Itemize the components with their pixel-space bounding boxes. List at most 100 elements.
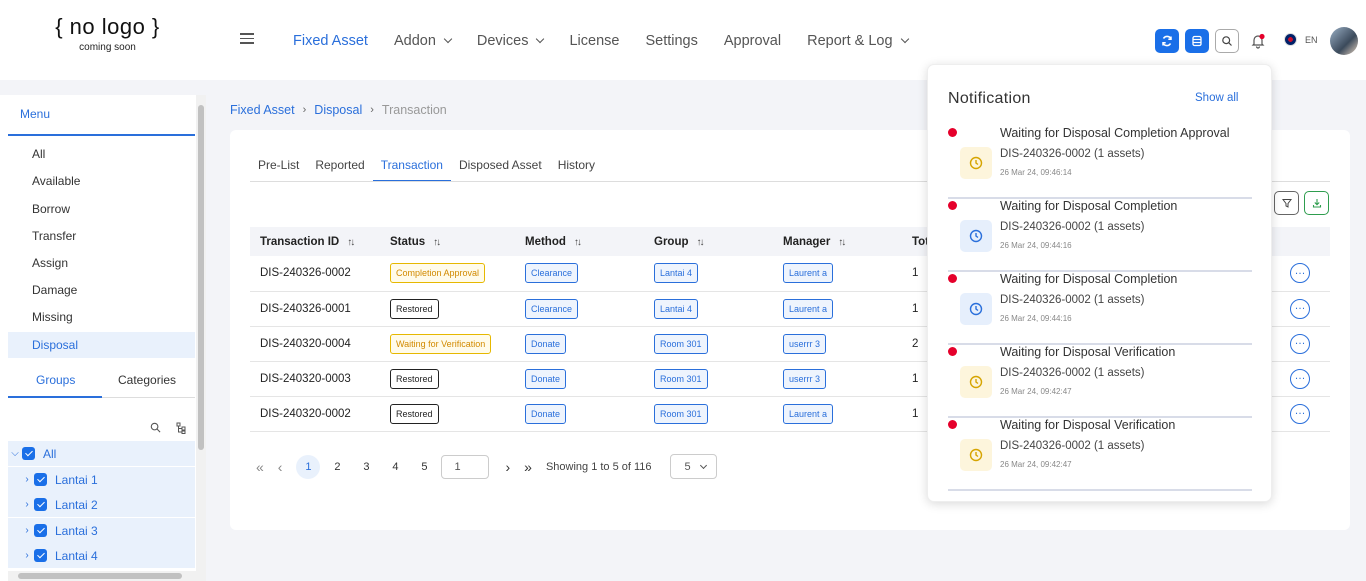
sidebar-item-missing[interactable]: Missing: [8, 304, 195, 330]
page-5[interactable]: 5: [412, 455, 436, 479]
checkbox[interactable]: [34, 498, 47, 511]
tab-history[interactable]: History: [550, 157, 603, 182]
tree-row-lantai-2[interactable]: › Lantai 2: [8, 492, 195, 517]
sync-button[interactable]: [1155, 29, 1179, 53]
sidebar-item-transfer[interactable]: Transfer: [8, 223, 195, 249]
checkbox[interactable]: [34, 524, 47, 537]
unread-dot: [948, 420, 957, 429]
more-options-icon[interactable]: …: [1290, 403, 1310, 424]
tree-row-all[interactable]: ⌵ All: [8, 441, 195, 466]
checkbox[interactable]: [22, 447, 35, 460]
notification-item[interactable]: Waiting for Disposal Verification DIS-24…: [948, 345, 1252, 418]
more-options-icon[interactable]: …: [1290, 298, 1310, 319]
sort-icon[interactable]: ↑↓: [347, 237, 355, 248]
filter-button[interactable]: [1274, 191, 1299, 215]
hamburger-menu-icon[interactable]: [240, 33, 254, 45]
total-value: 1: [912, 407, 919, 420]
tab-transaction[interactable]: Transaction: [372, 157, 451, 182]
cell-status: Completion Approval: [380, 256, 515, 292]
tab-pre-list[interactable]: Pre-List: [250, 157, 307, 182]
sidebar-item-all[interactable]: All: [8, 141, 195, 167]
search-button[interactable]: [1215, 29, 1239, 53]
sort-icon[interactable]: ↑↓: [838, 237, 846, 248]
sidebar-item-disposal[interactable]: Disposal: [8, 332, 195, 358]
breadcrumb-fixed-asset[interactable]: Fixed Asset: [230, 103, 295, 117]
page-4[interactable]: 4: [383, 455, 407, 479]
total-value: 1: [912, 302, 919, 315]
nav-devices[interactable]: Devices: [476, 30, 545, 52]
logo[interactable]: { no logo } coming soon: [40, 14, 175, 53]
column-header[interactable]: Status ↑↓: [380, 227, 515, 256]
checkbox[interactable]: [34, 473, 47, 486]
page-size-select[interactable]: 5: [669, 454, 717, 479]
tab-reported[interactable]: Reported: [307, 157, 372, 182]
tree-row-lantai-1[interactable]: › Lantai 1: [8, 467, 195, 492]
nav-label: Devices: [476, 33, 529, 49]
column-header[interactable]: Group ↑↓: [644, 227, 773, 256]
manager-badge: Laurent a: [783, 403, 834, 424]
page-1[interactable]: 1: [296, 454, 321, 479]
notification-item[interactable]: Waiting for Disposal Completion DIS-2403…: [948, 272, 1252, 345]
column-header[interactable]: Method ↑↓: [515, 227, 644, 256]
sort-icon[interactable]: ↑↓: [574, 237, 582, 248]
sidebar-item-damage[interactable]: Damage: [8, 277, 195, 303]
tree-row-lantai-4[interactable]: › Lantai 4: [8, 543, 195, 568]
chevron-right-icon[interactable]: ›: [20, 499, 34, 510]
sidebar-item-borrow[interactable]: Borrow: [8, 196, 195, 222]
language-selector[interactable]: EN: [1284, 33, 1318, 46]
notification-button[interactable]: [1246, 29, 1270, 53]
nav-approval[interactable]: Approval: [724, 30, 781, 52]
sidebar-vertical-scrollbar[interactable]: [196, 95, 206, 581]
sort-icon[interactable]: ↑↓: [433, 237, 441, 248]
goto-page-input[interactable]: [441, 454, 490, 479]
list-view-button[interactable]: [1185, 29, 1209, 53]
sort-icon[interactable]: ↑↓: [697, 237, 705, 248]
cell-manager: Laurent a: [773, 396, 902, 432]
tree-expand-button[interactable]: [176, 422, 187, 437]
scrollbar-thumb[interactable]: [18, 573, 182, 579]
more-options-icon[interactable]: …: [1290, 368, 1310, 389]
tree-search-button[interactable]: [150, 422, 161, 436]
tree-row-lantai-3[interactable]: › Lantai 3: [8, 518, 195, 543]
notification-item[interactable]: Waiting for Disposal Completion Approval…: [948, 126, 1252, 199]
clock-icon: [960, 366, 992, 398]
unread-dot: [948, 128, 957, 137]
nav-settings[interactable]: Settings: [645, 30, 697, 52]
chevron-right-icon[interactable]: ›: [20, 525, 34, 536]
tab-groups[interactable]: Groups: [36, 368, 75, 392]
menu-underline: [8, 134, 195, 136]
tab-disposed-asset[interactable]: Disposed Asset: [451, 157, 550, 182]
sidebar-horizontal-scrollbar[interactable]: [8, 571, 196, 581]
first-page-icon[interactable]: «: [256, 459, 264, 475]
cell-group: Room 301: [644, 326, 773, 362]
checkbox[interactable]: [34, 549, 47, 562]
chevron-right-icon[interactable]: ›: [20, 550, 34, 561]
next-page-icon[interactable]: ›: [505, 459, 510, 475]
user-avatar[interactable]: [1330, 27, 1358, 55]
nav-addon[interactable]: Addon: [394, 30, 453, 52]
chevron-down-icon[interactable]: ⌵: [8, 448, 22, 459]
show-all-link[interactable]: Show all: [1195, 92, 1238, 104]
more-options-icon[interactable]: …: [1290, 333, 1310, 354]
chevron-right-icon[interactable]: ›: [20, 474, 34, 485]
clock-icon: [960, 293, 992, 325]
chevron-right-icon: ›: [370, 104, 374, 116]
notification-item[interactable]: Waiting for Disposal Completion DIS-2403…: [948, 199, 1252, 272]
prev-page-icon[interactable]: ‹: [278, 459, 283, 475]
nav-license[interactable]: License: [569, 30, 619, 52]
more-options-icon[interactable]: …: [1290, 263, 1310, 284]
page-2[interactable]: 2: [325, 455, 349, 479]
nav-report-log[interactable]: Report & Log: [807, 30, 909, 52]
nav-fixed-asset[interactable]: Fixed Asset: [293, 30, 368, 52]
page-3[interactable]: 3: [354, 455, 378, 479]
breadcrumb-disposal[interactable]: Disposal: [314, 103, 362, 117]
scrollbar-thumb[interactable]: [198, 105, 204, 450]
column-header[interactable]: Manager ↑↓: [773, 227, 902, 256]
download-button[interactable]: [1304, 191, 1329, 215]
tab-categories[interactable]: Categories: [118, 368, 176, 392]
sidebar-item-assign[interactable]: Assign: [8, 250, 195, 276]
notification-item[interactable]: Waiting for Disposal Verification DIS-24…: [948, 418, 1252, 491]
column-header[interactable]: Transaction ID ↑↓: [250, 227, 380, 256]
sidebar-item-available[interactable]: Available: [8, 168, 195, 194]
last-page-icon[interactable]: »: [524, 459, 532, 475]
